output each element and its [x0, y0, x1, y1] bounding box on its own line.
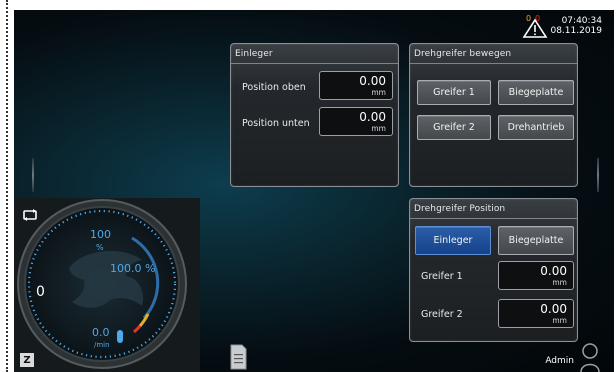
warning-icon[interactable]: 0 0: [522, 14, 548, 38]
dotted-border: [0, 0, 14, 372]
position-oben-value: 0.00: [359, 74, 386, 88]
position-unten-field[interactable]: 0.00 mm: [319, 107, 393, 136]
greifer-2-label: Greifer 2: [421, 309, 463, 320]
greifer-2-unit: mm: [552, 316, 567, 325]
user-name: Admin: [545, 356, 574, 366]
gauge-top-unit: %: [96, 243, 104, 252]
drehgreifer-position-panel: Drehgreifer Position Einleger Biegeplatt…: [409, 198, 578, 342]
gauge-speed-value: 0.0: [92, 326, 110, 339]
drehantrieb-button[interactable]: Drehantrieb: [498, 115, 574, 140]
position-unten-label: Position unten: [242, 118, 310, 129]
greifer-1-field[interactable]: 0.00 mm: [498, 261, 574, 290]
position-panel-title: Drehgreifer Position: [410, 199, 577, 219]
clock-time: 07:40:34: [561, 16, 602, 26]
right-drawer-handle[interactable]: [597, 158, 599, 192]
greifer-2-field[interactable]: 0.00 mm: [498, 299, 574, 328]
position-oben-label: Position oben: [242, 82, 306, 93]
greifer-1-unit: mm: [552, 278, 567, 287]
position-unten-unit: mm: [371, 124, 386, 133]
left-drawer-handle[interactable]: [32, 158, 34, 192]
warning-count-a: 0: [526, 14, 532, 23]
clock-date: 08.11.2019: [550, 26, 602, 36]
document-icon[interactable]: [230, 344, 247, 370]
greifer-1-value: 0.00: [540, 264, 567, 278]
greifer-1-label: Greifer 1: [421, 271, 463, 282]
einleger-panel-title: Einleger: [231, 44, 398, 64]
gauge-center-value: 0: [36, 284, 45, 300]
position-oben-field[interactable]: 0.00 mm: [319, 71, 393, 100]
einleger-panel: Einleger Position oben 0.00 mm Position …: [230, 43, 399, 187]
gauge-top-value: 100: [90, 228, 111, 241]
warning-count-b: 0: [535, 14, 541, 23]
biegeplatte-button[interactable]: Biegeplatte: [498, 80, 574, 105]
position-oben-unit: mm: [371, 88, 386, 97]
greifer-2-button[interactable]: Greifer 2: [417, 115, 491, 140]
position-unten-value: 0.00: [359, 110, 386, 124]
clock: 07:40:34 08.11.2019: [550, 16, 602, 36]
gauge-percent-value: 100.0 %: [110, 262, 156, 275]
einleger-button[interactable]: Einleger: [415, 226, 491, 255]
user-icon[interactable]: [580, 342, 600, 372]
brand-logo-icon: Z: [20, 353, 34, 367]
biegeplatte-position-button[interactable]: Biegeplatte: [498, 226, 574, 255]
hmi-screen: 0 0 07:40:34 08.11.2019 Einleger Positio…: [14, 10, 614, 372]
drehgreifer-bewegen-panel: Drehgreifer bewegen Greifer 1 Biegeplatt…: [409, 43, 578, 187]
gauge-speed-unit: /min: [94, 341, 110, 349]
greifer-2-value: 0.00: [540, 302, 567, 316]
speed-gauge: 100 % 100.0 % 0 0.0 /min Z: [14, 198, 200, 372]
repeat-icon[interactable]: [22, 206, 38, 221]
greifer-1-button[interactable]: Greifer 1: [417, 80, 491, 105]
bewegen-panel-title: Drehgreifer bewegen: [410, 44, 577, 64]
speed-pill-icon: [117, 330, 123, 343]
